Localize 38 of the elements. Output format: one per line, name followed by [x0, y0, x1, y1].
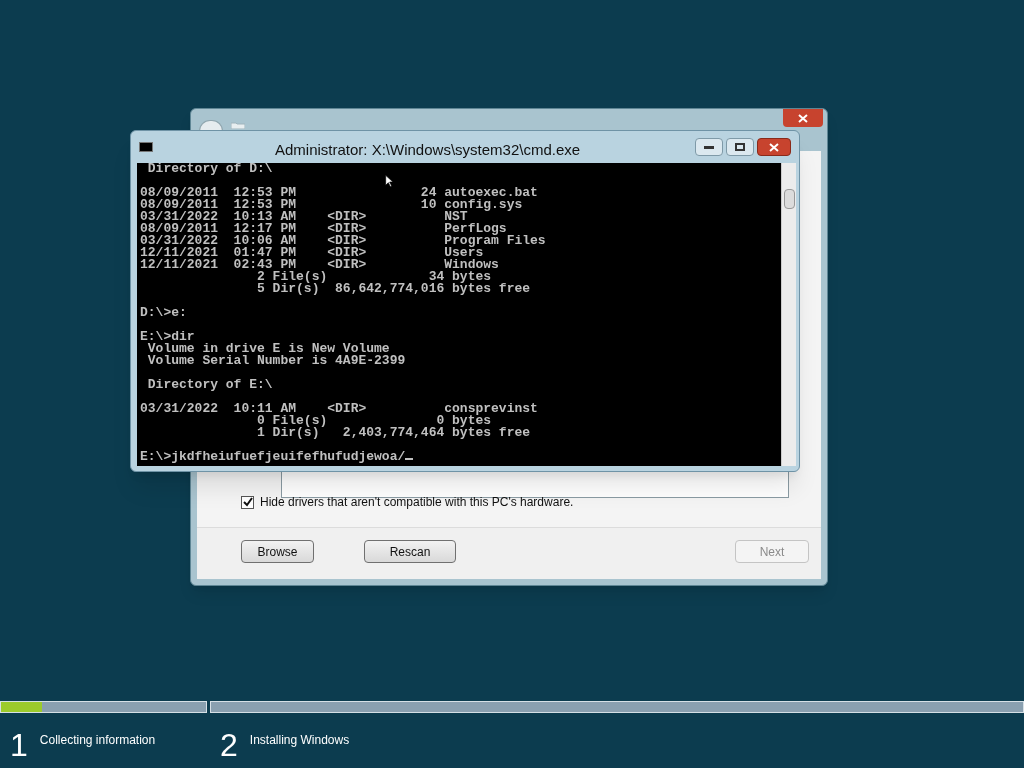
step-number: 1 — [10, 727, 28, 763]
step-label: Installing Windows — [249, 732, 350, 749]
restore-icon — [735, 143, 745, 151]
console-line: Volume in drive E is New Volume — [146, 341, 390, 356]
console-line: 12/11/2021 02:43 PM <DIR> Windows — [140, 257, 499, 272]
console-line: 08/09/2011 12:53 PM 24 autoexec.bat — [140, 185, 538, 200]
console-line: 12/11/2021 01:47 PM <DIR> Users — [140, 245, 484, 260]
text-cursor — [405, 458, 414, 460]
minimize-icon — [704, 145, 714, 149]
console-line: D:\>e: — [140, 305, 187, 320]
scroll-thumb[interactable] — [784, 189, 795, 209]
cursor-icon — [385, 175, 393, 187]
console-line: E:\>dir — [140, 329, 195, 344]
console-line: Directory of D:\ — [146, 163, 273, 176]
console-line: E:\>jkdfheiufuefjeuifefhufudjewoa/ — [140, 449, 406, 464]
browse-button[interactable]: Browse — [241, 540, 314, 563]
scrollbar[interactable] — [781, 163, 796, 466]
console-line: 03/31/2022 10:06 AM <DIR> Program Files — [140, 233, 546, 248]
checkbox-label: Hide drivers that aren't compatible with this PC's hardware. — [260, 494, 574, 511]
console-line: 08/09/2011 12:53 PM 10 config.sys — [140, 197, 523, 212]
step-label: Collecting information — [39, 732, 156, 749]
rescan-button[interactable]: Rescan — [364, 540, 456, 563]
step-number: 2 — [220, 727, 238, 763]
console-line: 08/09/2011 12:17 PM <DIR> PerfLogs — [140, 221, 507, 236]
window-title: Administrator: X:\Windows\system32\cmd.exe — [275, 140, 581, 160]
close-button[interactable] — [783, 109, 823, 127]
close-icon — [769, 142, 779, 152]
close-button[interactable] — [757, 138, 791, 156]
console-line: 2 File(s) 34 bytes — [256, 269, 492, 284]
close-icon — [798, 113, 808, 123]
checkbox[interactable] — [241, 495, 254, 509]
maximize-button[interactable] — [726, 138, 754, 156]
console-line: Volume Serial Number is 4A9E-2399 — [146, 353, 406, 368]
console-line: Directory of E:\ — [146, 377, 273, 392]
console-line: 03/31/2022 10:11 AM <DIR> consprevinst — [140, 401, 538, 416]
console-icon — [139, 142, 153, 152]
minimize-button[interactable] — [695, 138, 723, 156]
console-line: 03/31/2022 10:13 AM <DIR> NST — [140, 209, 468, 224]
